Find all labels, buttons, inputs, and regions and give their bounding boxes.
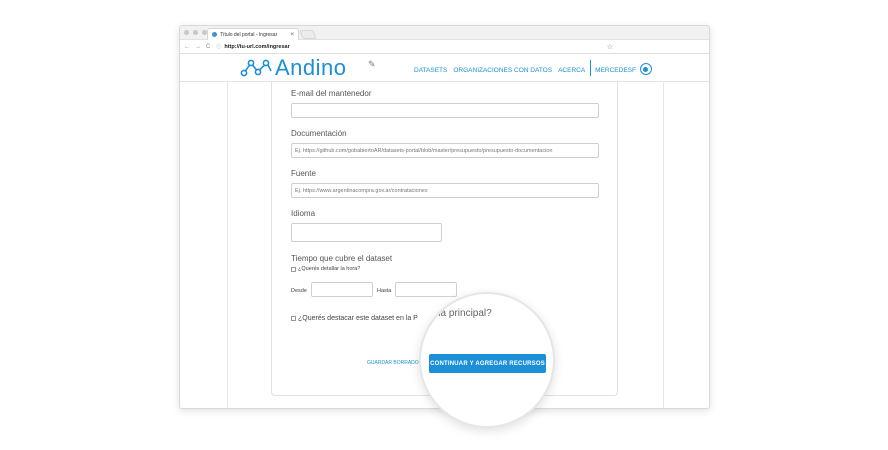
url-field[interactable]: ⓘ http://tu-url.com/ingresar: [216, 43, 290, 51]
tab-title: Título del portal - Ingresar: [220, 31, 278, 38]
tab-bar: Título del portal - Ingresar ×: [180, 26, 709, 40]
continue-add-resources-button[interactable]: CONTINUAR Y AGREGAR RECURSOS: [429, 354, 546, 373]
andino-logo-icon: [240, 59, 272, 77]
save-draft-button[interactable]: GUARDAR BORRADO: [367, 360, 419, 366]
content-divider-right: [663, 82, 664, 408]
user-avatar-icon[interactable]: [639, 63, 652, 75]
documentation-label: Documentación: [291, 129, 347, 138]
site-header: Andino ✎ DATASETS ORGANIZACIONES CON DAT…: [180, 54, 709, 82]
main-nav: DATASETS ORGANIZACIONES CON DATOS ACERCA…: [414, 60, 658, 76]
nav-datasets[interactable]: DATASETS: [414, 67, 447, 74]
nav-separator: [590, 60, 592, 76]
nav-user[interactable]: MERCEDESF: [595, 67, 636, 74]
back-icon[interactable]: ←: [184, 44, 190, 50]
content-divider-left: [227, 82, 228, 408]
lens-featured-fragment: na principal?: [435, 308, 492, 319]
featured-label: ¿Querés destacar este dataset en la P: [298, 315, 418, 322]
tab-close-icon[interactable]: ×: [290, 32, 294, 38]
url-text: http://tu-url.com/ingresar: [224, 43, 290, 50]
browser-tab[interactable]: Título del portal - Ingresar ×: [207, 28, 299, 40]
bookmark-star-icon[interactable]: ☆: [607, 43, 613, 51]
logo-text: Andino: [275, 55, 347, 80]
new-tab-button[interactable]: [299, 30, 317, 39]
language-label: Idioma: [291, 209, 316, 218]
source-field[interactable]: Ej. https://www.argentinacompra.gov.ar/c…: [291, 183, 599, 198]
reload-icon[interactable]: C: [206, 44, 210, 50]
documentation-field[interactable]: Ej. https://github.com/gobabiertoAR/data…: [291, 143, 599, 158]
nav-organizaciones[interactable]: ORGANIZACIONES CON DATOS: [453, 67, 552, 74]
avatar-head: [643, 66, 649, 72]
coverage-label: Tiempo que cubre el dataset: [291, 254, 393, 263]
site-logo[interactable]: Andino: [239, 55, 347, 80]
from-label: Desde: [291, 288, 307, 294]
from-date-field[interactable]: [311, 282, 373, 297]
language-field[interactable]: [291, 223, 442, 242]
detail-hour-option[interactable]: ¿Querés detallar la hora?: [291, 266, 360, 272]
to-date-field[interactable]: [395, 282, 457, 297]
nav-buttons: ← → C: [184, 44, 210, 50]
window-minimize-dot[interactable]: [193, 30, 198, 35]
detail-hour-checkbox[interactable]: [291, 266, 296, 272]
magnifier-lens: na principal? CONTINUAR Y AGREGAR RECURS…: [419, 292, 555, 428]
email-label: E-mail del mantenedor: [291, 89, 372, 98]
featured-checkbox[interactable]: [291, 316, 296, 321]
email-field[interactable]: [291, 103, 599, 118]
detail-hour-label: ¿Querés detallar la hora?: [298, 266, 361, 272]
window-controls: [184, 30, 207, 35]
to-label: Hasta: [377, 288, 392, 294]
nav-acerca[interactable]: ACERCA: [558, 67, 585, 74]
window-close-dot[interactable]: [184, 30, 189, 35]
forward-icon[interactable]: →: [195, 44, 201, 50]
stage: Título del portal - Ingresar × ← → C ⓘ h…: [0, 0, 888, 450]
info-icon: ⓘ: [216, 44, 222, 50]
source-label: Fuente: [291, 169, 316, 178]
pencil-icon[interactable]: ✎: [368, 59, 376, 70]
featured-option[interactable]: ¿Querés destacar este dataset en la P: [291, 315, 418, 322]
address-bar: ← → C ⓘ http://tu-url.com/ingresar ☆: [180, 40, 709, 54]
favicon-icon: [212, 32, 217, 37]
